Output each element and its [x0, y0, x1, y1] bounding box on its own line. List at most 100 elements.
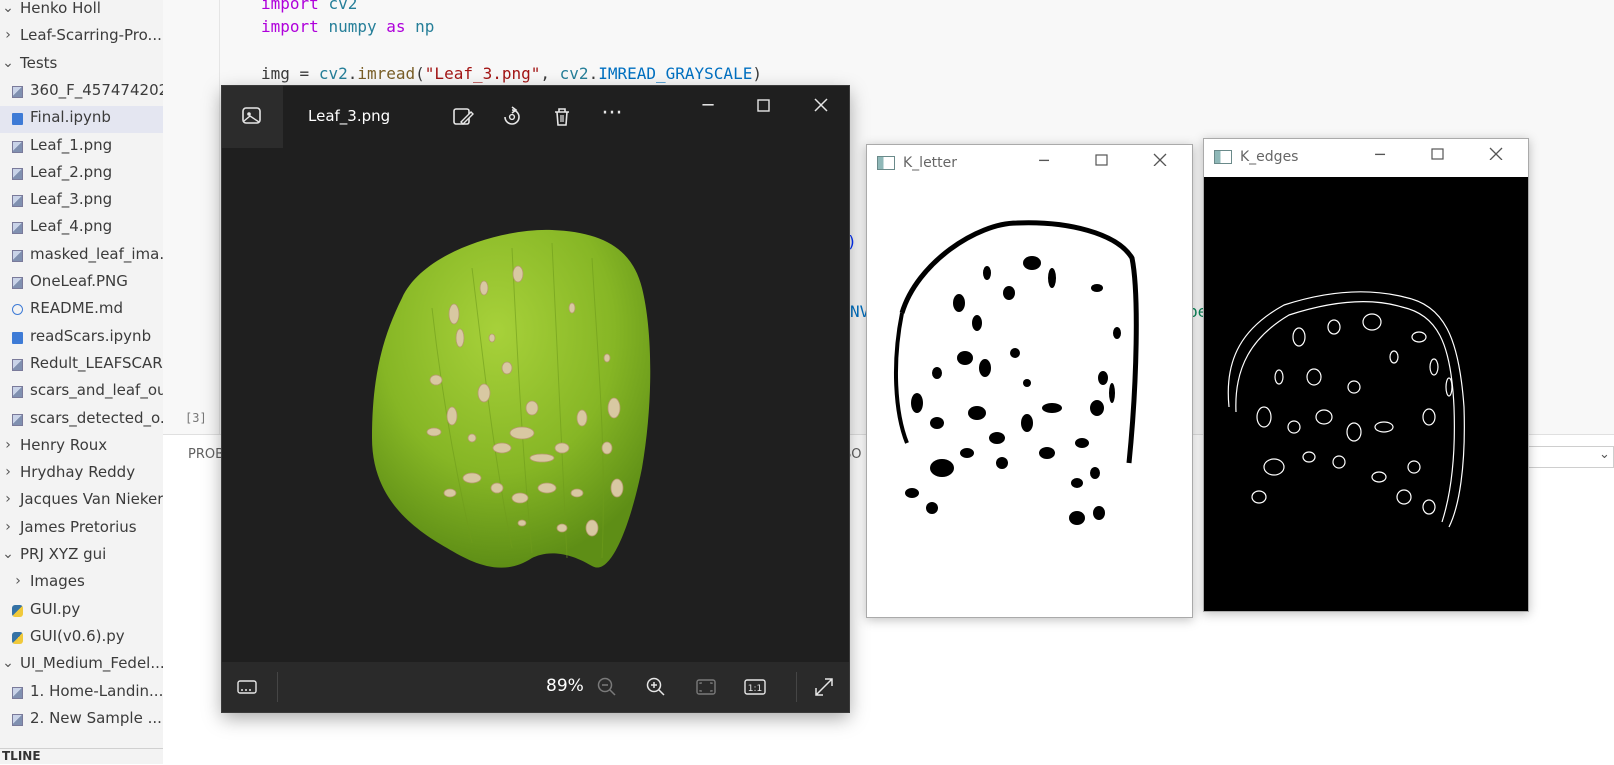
- code-line-imread[interactable]: img = cv2.imread("Leaf_3.png", cv2.IMREA…: [261, 64, 762, 83]
- actual-size-icon[interactable]: 1:1: [742, 674, 768, 700]
- cv-window-k-letter: K_letter ─: [866, 144, 1193, 618]
- explorer-item[interactable]: › James Pretorius: [0, 516, 163, 543]
- explorer-item[interactable]: 2. New Sample ...: [0, 707, 163, 734]
- explorer-item[interactable]: readScars.ipynb: [0, 325, 163, 352]
- rotate-icon[interactable]: [499, 104, 525, 130]
- chevron-down-icon[interactable]: ⌄: [2, 55, 14, 73]
- explorer-item[interactable]: Leaf_4.png: [0, 215, 163, 242]
- explorer-item[interactable]: masked_leaf_ima...: [0, 243, 163, 270]
- image-file-icon: [12, 413, 23, 426]
- leaf-photo: [372, 229, 651, 568]
- explorer-item[interactable]: › Images: [0, 570, 163, 597]
- explorer-item-label: masked_leaf_ima...: [30, 244, 163, 263]
- separator: [796, 672, 797, 702]
- explorer-item[interactable]: README.md: [0, 297, 163, 324]
- close-icon[interactable]: [1150, 151, 1170, 170]
- fullscreen-icon[interactable]: [811, 674, 837, 700]
- code-line-import-numpy[interactable]: import numpy as np: [261, 17, 434, 36]
- explorer-item-label: OneLeaf.PNG: [30, 272, 128, 290]
- explorer-item[interactable]: ⌄ Tests: [0, 52, 163, 79]
- image-file-icon: [12, 277, 23, 289]
- code-line-import-cv2[interactable]: import cv2: [261, 0, 357, 13]
- maximize-icon[interactable]: [1092, 151, 1112, 170]
- tab-problems[interactable]: PROB: [188, 447, 224, 462]
- cv-window-k-edges: K_edges ─: [1203, 138, 1529, 612]
- explorer-item[interactable]: 1. Home-Landin...: [0, 680, 163, 707]
- notebook-file-icon: [12, 113, 23, 126]
- maximize-icon[interactable]: [1428, 145, 1448, 164]
- zoom-level: 89%: [546, 676, 584, 696]
- explorer-item[interactable]: OneLeaf.PNG: [0, 270, 163, 297]
- explorer-item-label: scars_detected_o...: [30, 408, 163, 427]
- more-icon[interactable]: ···: [599, 103, 625, 130]
- explorer-item[interactable]: Leaf_1.png: [0, 134, 163, 161]
- photos-toolbar: Leaf_3.png ··· ─: [222, 86, 849, 148]
- explorer-item[interactable]: Leaf_2.png: [0, 161, 163, 188]
- explorer-item-label: 1. Home-Landin...: [30, 681, 163, 700]
- explorer-item[interactable]: › Leaf-Scarring-Pro...: [0, 24, 163, 51]
- zoom-in-icon[interactable]: [643, 674, 669, 700]
- explorer-item[interactable]: ⌄ Henko Holl: [0, 0, 163, 24]
- explorer-item[interactable]: ⌄ PRJ XYZ gui: [0, 543, 163, 570]
- filmstrip-icon[interactable]: [234, 674, 260, 700]
- explorer-item[interactable]: › Hrydhay Reddy: [0, 461, 163, 488]
- edit-image-icon[interactable]: [450, 104, 476, 130]
- chevron-right-icon[interactable]: ›: [2, 437, 14, 455]
- photos-viewer-window: Leaf_3.png ··· ─ 89% 1:1: [222, 86, 849, 712]
- explorer-item-label: Images: [30, 572, 85, 591]
- close-icon[interactable]: [1486, 145, 1506, 164]
- explorer-item[interactable]: GUI.py: [0, 598, 163, 625]
- explorer-item[interactable]: › Jacques Van Niekerk: [0, 488, 163, 515]
- image-file-icon: [12, 222, 23, 235]
- fit-icon[interactable]: [693, 674, 719, 700]
- explorer-item[interactable]: › Henry Roux: [0, 434, 163, 461]
- explorer-item-label: Leaf_1.png: [30, 135, 113, 154]
- minimize-icon[interactable]: ─: [1370, 145, 1390, 164]
- chevron-down-icon[interactable]: ⌄: [1599, 447, 1610, 462]
- maximize-icon[interactable]: [754, 96, 774, 117]
- cell-execution-count: [3]: [185, 411, 207, 425]
- explorer-item[interactable]: Final.ipynb: [0, 106, 163, 134]
- minimize-icon[interactable]: ─: [698, 96, 718, 116]
- photos-title: Leaf_3.png: [308, 107, 391, 125]
- explorer-item[interactable]: Redult_LEAFSCAR...: [0, 352, 163, 379]
- image-file-icon: [12, 195, 23, 208]
- chevron-down-icon[interactable]: ⌄: [2, 546, 14, 564]
- notebook-file-icon: [12, 331, 23, 344]
- explorer-item[interactable]: Leaf_3.png: [0, 188, 163, 215]
- explorer-item-label: PRJ XYZ gui: [20, 545, 107, 563]
- explorer-item-label: scars_and_leaf_ou...: [30, 381, 163, 400]
- explorer-item-label: Leaf_2.png: [30, 162, 113, 181]
- explorer-item[interactable]: GUI(v0.6).py: [0, 625, 163, 652]
- minimize-icon[interactable]: ─: [1034, 151, 1054, 170]
- chevron-down-icon[interactable]: ⌄: [2, 655, 14, 673]
- chevron-right-icon[interactable]: ›: [2, 464, 14, 482]
- explorer-item[interactable]: ⌄ UI_Medium_Fedel...: [0, 652, 163, 679]
- explorer-item-label: Leaf-Scarring-Pro...: [20, 26, 162, 45]
- photos-app-icon[interactable]: [222, 86, 283, 148]
- python-file-icon: [12, 631, 23, 644]
- image-file-icon: [12, 85, 23, 98]
- explorer-item[interactable]: scars_detected_o...: [0, 407, 163, 434]
- close-icon[interactable]: [811, 96, 831, 117]
- image-file-icon: [12, 686, 23, 699]
- chevron-down-icon[interactable]: ⌄: [2, 0, 14, 18]
- chevron-right-icon[interactable]: ›: [12, 573, 24, 591]
- file-explorer: ⌄ Henko Holl › Leaf-Scarring-Pro... ⌄ Tests 36…: [0, 0, 163, 764]
- explorer-item-label: GUI.py: [30, 599, 81, 618]
- zoom-out-icon[interactable]: [594, 674, 620, 700]
- delete-icon[interactable]: [549, 104, 575, 130]
- chevron-right-icon[interactable]: ›: [2, 491, 14, 509]
- explorer-item[interactable]: 360_F_457474202...: [0, 79, 163, 106]
- chevron-right-icon[interactable]: ›: [2, 27, 14, 45]
- k-letter-image: [893, 220, 1139, 525]
- image-file-icon: [12, 358, 23, 371]
- chevron-right-icon[interactable]: ›: [2, 519, 14, 537]
- explorer-item-label: README.md: [30, 299, 124, 318]
- explorer-item[interactable]: scars_and_leaf_ou...: [0, 379, 163, 406]
- explorer-item-label: Henko Holl: [20, 0, 101, 17]
- image-file-icon: [12, 386, 23, 399]
- explorer-item-label: Final.ipynb: [30, 108, 111, 127]
- outline-header[interactable]: TLINE: [0, 748, 163, 764]
- photos-bottom-bar: 89% 1:1: [222, 662, 849, 712]
